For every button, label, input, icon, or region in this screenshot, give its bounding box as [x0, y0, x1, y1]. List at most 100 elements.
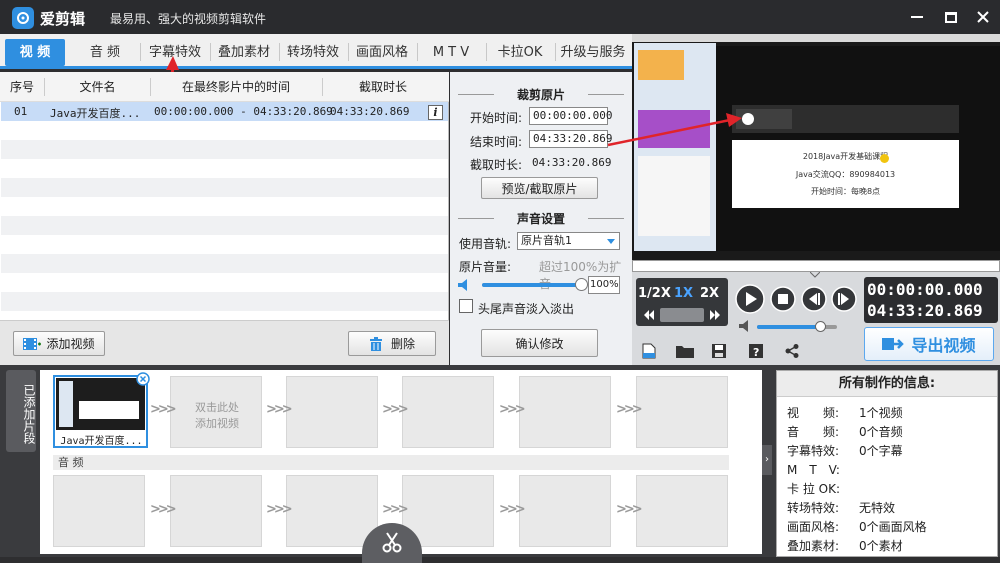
info-key: 字幕特效: [787, 444, 840, 458]
col-duration: 截取时长 [358, 80, 407, 94]
remove-clip-icon[interactable] [136, 372, 150, 386]
speed-half[interactable]: 1/2X [638, 286, 671, 301]
time-display: 00:00:00.000 04:33:20.869 [864, 277, 998, 323]
info-key: 音 频: [787, 425, 840, 439]
tab-video[interactable]: 视 频 [5, 39, 65, 66]
clip-label: Java开发百度... [60, 436, 143, 447]
volume-slider[interactable] [482, 278, 588, 291]
speed-2x[interactable]: 2X [700, 286, 719, 301]
tab-picture-style[interactable]: 画面风格 [349, 39, 415, 66]
expand-panel-icon[interactable]: › [762, 445, 772, 475]
row-index: 01 [14, 105, 28, 118]
clip-thumbnail-selected[interactable]: Java开发百度... [53, 375, 148, 448]
fade-checkbox[interactable] [459, 299, 473, 313]
trim-section-title: 裁剪原片 [450, 86, 632, 102]
empty-clip-slot[interactable]: 双击此处 添加视频 [170, 376, 262, 448]
info-key: M T V: [787, 463, 840, 477]
stop-icon[interactable] [770, 286, 796, 312]
chevron-right-icon: >>> [616, 402, 643, 417]
volume-slider-knob[interactable] [575, 278, 588, 291]
volume-slider-fill [482, 283, 582, 287]
clip-list-toolbar: 添加视频 删除 [0, 320, 449, 365]
tab-karaoke[interactable]: 卡拉OK [487, 39, 553, 66]
empty-audio-slot[interactable] [519, 475, 611, 547]
film-add-icon [23, 337, 42, 350]
play-icon[interactable] [735, 284, 765, 314]
app-logo-icon [12, 7, 34, 29]
empty-clip-slot[interactable] [636, 376, 728, 448]
preview-trim-button[interactable]: 预览/截取原片 [481, 177, 598, 199]
info-value: 0个画面风格 [859, 520, 927, 534]
chevron-right-icon: >>> [499, 502, 526, 517]
volume-value[interactable]: 100% [588, 276, 620, 294]
minimize-icon[interactable] [906, 6, 928, 28]
open-folder-icon[interactable] [676, 344, 694, 358]
chevron-right-icon: >>> [382, 402, 409, 417]
chevron-down-icon [810, 272, 820, 278]
end-time-label: 结束时间: [470, 135, 523, 149]
info-key: 画面风格: [787, 520, 840, 534]
track-label: 使用音轨: [459, 237, 512, 251]
rewind-icon[interactable] [644, 310, 654, 320]
chevron-right-icon: >>> [150, 402, 177, 417]
tab-mtv[interactable]: M T V [418, 39, 484, 66]
svg-text:?: ? [753, 346, 759, 358]
audio-section-title: 声音设置 [450, 210, 632, 226]
player-volume-knob[interactable] [815, 321, 826, 332]
fast-forward-icon[interactable] [710, 310, 720, 320]
empty-audio-slot[interactable] [53, 475, 145, 547]
current-time: 00:00:00.000 [867, 280, 983, 299]
empty-clip-slot[interactable] [286, 376, 378, 448]
next-frame-icon[interactable] [831, 286, 857, 312]
row-filename: Java开发百度... [50, 107, 141, 120]
chevron-right-icon: >>> [266, 502, 293, 517]
progress-bar[interactable] [632, 260, 1000, 272]
chevron-right-icon: >>> [266, 402, 293, 417]
empty-audio-slot[interactable] [170, 475, 262, 547]
start-time-field[interactable]: 00:00:00.000 [529, 107, 612, 125]
empty-clip-slot[interactable] [519, 376, 611, 448]
info-key: 视 频: [787, 406, 840, 420]
title-bar: 爱剪辑 最易用、强大的视频剪辑软件 [0, 0, 1000, 34]
new-project-icon[interactable] [642, 343, 656, 359]
maximize-icon[interactable] [940, 6, 962, 28]
tab-overlay-material[interactable]: 叠加素材 [211, 39, 277, 66]
speaker-icon [458, 279, 467, 291]
jog-wheel[interactable] [660, 308, 704, 322]
confirm-button[interactable]: 确认修改 [481, 329, 598, 357]
player-volume-slider[interactable] [757, 321, 837, 332]
info-value: 0个音频 [859, 425, 903, 439]
clips-area: Java开发百度... 双击此处 添加视频 >>> >>> >>> >>> >>… [40, 370, 762, 563]
empty-audio-slot[interactable] [636, 475, 728, 547]
app-name: 爱剪辑 [40, 10, 86, 28]
export-video-button[interactable]: 导出视频 [864, 327, 994, 361]
tab-upgrade-service[interactable]: 升级与服务 [556, 39, 630, 66]
share-icon[interactable] [785, 344, 799, 358]
duration-value: 04:33:20.869 [532, 156, 612, 169]
track-select[interactable]: 原片音轨1 [517, 232, 620, 250]
annotation-arrow-preview [607, 113, 742, 147]
delete-button[interactable]: 删除 [348, 331, 436, 356]
info-key: 转场特效: [787, 501, 840, 515]
chevron-right-icon: >>> [616, 502, 643, 517]
tab-audio[interactable]: 音 频 [72, 39, 138, 66]
info-value: 1个视频 [859, 406, 903, 420]
tab-transitions[interactable]: 转场特效 [280, 39, 346, 66]
export-icon [882, 338, 905, 350]
save-icon[interactable] [712, 344, 726, 358]
col-timeline: 在最终影片中的时间 [181, 80, 290, 94]
player-controls: 1/2X 1X 2X 00:00:00.000 04:33:20.869 ? 导… [632, 260, 1000, 365]
empty-audio-slot[interactable] [286, 475, 378, 547]
add-video-button[interactable]: 添加视频 [13, 331, 105, 356]
total-time: 04:33:20.869 [867, 301, 983, 320]
info-key: 叠加素材: [787, 539, 840, 553]
prev-frame-icon[interactable] [801, 286, 827, 312]
help-icon[interactable]: ? [749, 344, 763, 358]
chevron-right-icon: >>> [150, 502, 177, 517]
empty-clip-slot[interactable] [402, 376, 494, 448]
close-icon[interactable] [972, 6, 994, 28]
info-icon[interactable]: i [428, 105, 443, 120]
end-time-field[interactable]: 04:33:20.869 [529, 130, 612, 148]
speed-1x[interactable]: 1X [674, 286, 693, 301]
main-tabs: 视 频 音 频 字幕特效 叠加素材 转场特效 画面风格 M T V 卡拉OK 升… [0, 34, 632, 69]
